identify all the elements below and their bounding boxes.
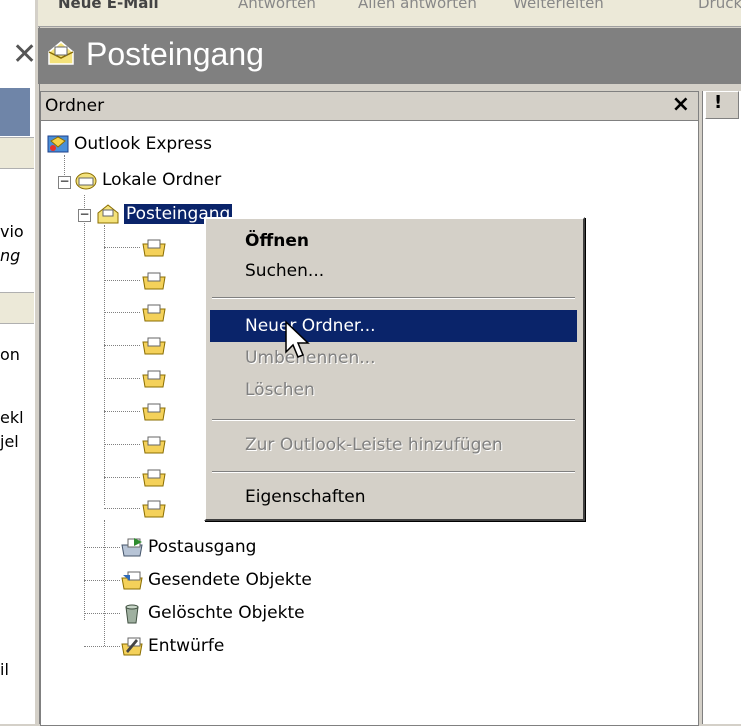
message-list: ! bbox=[702, 91, 741, 724]
tree-line bbox=[104, 508, 140, 509]
page-title: Posteingang bbox=[86, 36, 264, 72]
subfolder-icon[interactable] bbox=[142, 269, 166, 291]
tree-line bbox=[84, 580, 120, 581]
tree-line bbox=[84, 547, 120, 548]
menu-separator bbox=[212, 419, 575, 421]
toolbar-reply-all[interactable]: Allen antworten bbox=[358, 0, 477, 12]
menu-item-search[interactable]: Suchen... bbox=[210, 255, 577, 287]
tree-item-label: Gelöschte Objekte bbox=[148, 603, 305, 623]
menu-item-open[interactable]: Öffnen bbox=[210, 225, 577, 257]
sent-items-icon bbox=[121, 571, 143, 590]
mouse-cursor-icon bbox=[285, 320, 310, 358]
text-fragment: ekl bbox=[0, 408, 24, 427]
background-button bbox=[0, 292, 34, 324]
tree-item-outlook-express[interactable]: Outlook Express bbox=[46, 132, 212, 156]
subfolder-icon[interactable] bbox=[142, 400, 166, 422]
text-fragment: on bbox=[0, 345, 20, 364]
tree-item-sent[interactable]: Gesendete Objekte bbox=[120, 568, 312, 592]
background-panel bbox=[0, 88, 30, 136]
tree-item-label: Entwürfe bbox=[148, 636, 225, 656]
subfolder-icon[interactable] bbox=[142, 236, 166, 258]
toolbar-reply[interactable]: Antworten bbox=[238, 0, 316, 12]
tree-line bbox=[84, 646, 120, 647]
inbox-icon bbox=[48, 41, 74, 65]
close-pane-icon[interactable]: × bbox=[672, 92, 690, 117]
text-fragment: ng bbox=[0, 246, 21, 265]
subfolder-icon[interactable] bbox=[142, 367, 166, 389]
tree-line bbox=[104, 345, 140, 346]
menu-separator bbox=[212, 471, 575, 473]
tree-line bbox=[104, 280, 140, 281]
menu-item-new-folder[interactable]: Neuer Ordner... bbox=[210, 310, 577, 342]
text-fragment: il bbox=[0, 660, 9, 679]
subfolder-icon[interactable] bbox=[142, 301, 166, 323]
priority-column-header[interactable]: ! bbox=[705, 91, 739, 119]
toolbar-new-mail[interactable]: Neue E-Mail bbox=[58, 0, 159, 12]
subfolder-icon[interactable] bbox=[142, 466, 166, 488]
menu-separator bbox=[212, 297, 575, 299]
tree-line bbox=[104, 312, 140, 313]
toolbar-print[interactable]: Drucken bbox=[698, 0, 741, 12]
tree-item-label: Gesendete Objekte bbox=[148, 570, 312, 590]
tree-line bbox=[104, 378, 140, 379]
drafts-icon bbox=[121, 637, 143, 656]
text-fragment: vio bbox=[0, 222, 24, 241]
tree-item-label: Postausgang bbox=[148, 537, 257, 557]
local-folders-icon bbox=[75, 172, 97, 190]
background-window-strip: ✕ vio ng on ekl jel il bbox=[0, 0, 36, 724]
outlook-express-icon bbox=[47, 135, 69, 153]
tree-item-local-folders[interactable]: Lokale Ordner bbox=[74, 168, 221, 192]
tree-line bbox=[84, 195, 85, 620]
tree-line bbox=[104, 411, 140, 412]
trash-icon bbox=[125, 604, 139, 624]
subfolder-icon[interactable] bbox=[142, 334, 166, 356]
close-icon[interactable]: ✕ bbox=[12, 40, 36, 70]
tree-line bbox=[104, 444, 140, 445]
subfolder-icon[interactable] bbox=[142, 497, 166, 519]
context-menu: Öffnen Suchen... Neuer Ordner... Umbenen… bbox=[204, 217, 585, 521]
tree-item-outbox[interactable]: Postausgang bbox=[120, 535, 256, 559]
outbox-icon bbox=[121, 538, 143, 557]
toolbar: Neue E-Mail Antworten Allen antworten We… bbox=[38, 0, 741, 27]
tree-item-label: Outlook Express bbox=[74, 134, 212, 154]
inbox-folder-icon bbox=[97, 204, 119, 224]
folder-pane-title: Ordner bbox=[45, 96, 105, 116]
background-button bbox=[0, 137, 34, 169]
tree-item-deleted[interactable]: Gelöschte Objekte bbox=[120, 601, 305, 625]
tree-line bbox=[104, 477, 140, 478]
tree-line bbox=[84, 613, 120, 614]
tree-item-drafts[interactable]: Entwürfe bbox=[120, 634, 224, 658]
folder-title-bar: Posteingang bbox=[38, 28, 741, 84]
subfolder-icon[interactable] bbox=[142, 433, 166, 455]
collapse-toggle[interactable]: − bbox=[58, 175, 71, 189]
menu-item-add-to-outlook-bar: Zur Outlook-Leiste hinzufügen bbox=[245, 435, 503, 455]
menu-item-properties[interactable]: Eigenschaften bbox=[210, 481, 577, 513]
tree-line bbox=[104, 247, 140, 248]
menu-item-rename: Umbenennen... bbox=[245, 348, 376, 368]
tree-item-label: Lokale Ordner bbox=[102, 170, 222, 190]
menu-item-delete: Löschen bbox=[245, 380, 315, 400]
toolbar-forward[interactable]: Weiterleiten bbox=[513, 0, 604, 12]
collapse-toggle[interactable]: − bbox=[78, 208, 91, 222]
tree-line bbox=[104, 225, 105, 505]
text-fragment: jel bbox=[0, 432, 19, 451]
folder-pane-header: Ordner × bbox=[41, 92, 698, 121]
tree-line bbox=[104, 520, 105, 646]
